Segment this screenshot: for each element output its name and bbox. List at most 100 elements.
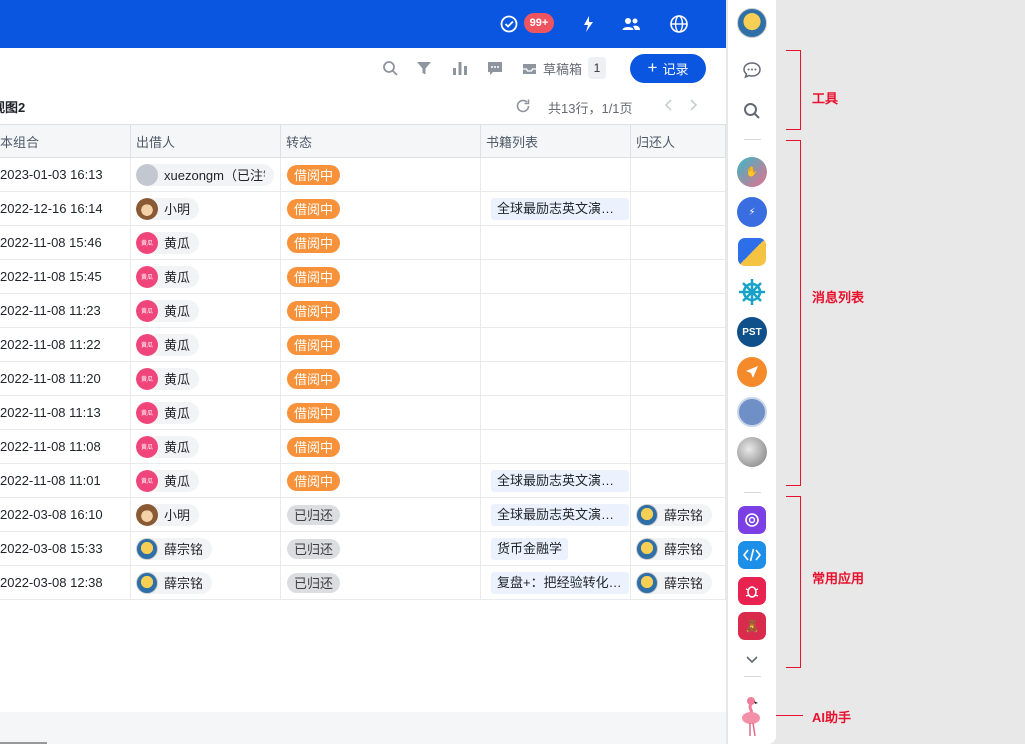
books-cell[interactable] <box>480 260 631 293</box>
user-chip[interactable]: 黄瓜 黄瓜 <box>136 367 200 390</box>
returner-cell[interactable]: 薛宗铭 <box>630 532 726 565</box>
time-cell[interactable]: 2022-11-08 15:46 <box>0 226 131 259</box>
user-chip[interactable]: 薛宗铭 <box>136 571 213 594</box>
table-row[interactable]: 2022-11-08 11:08 黄瓜 黄瓜 借阅中 <box>0 430 726 464</box>
time-cell[interactable]: 2023-01-03 16:13 <box>0 158 131 191</box>
lender-cell[interactable]: 小明 <box>130 498 281 531</box>
lender-cell[interactable]: 黄瓜 黄瓜 <box>130 328 281 361</box>
books-cell[interactable]: 货币金融学 <box>480 532 631 565</box>
chevron-down-icon[interactable] <box>736 644 768 676</box>
status-cell[interactable]: 借阅中 <box>280 396 481 429</box>
returner-cell[interactable] <box>630 464 726 497</box>
time-cell[interactable]: 2022-11-08 11:22 <box>0 328 131 361</box>
lender-cell[interactable]: 黄瓜 黄瓜 <box>130 362 281 395</box>
search-icon[interactable] <box>378 56 402 80</box>
books-cell[interactable]: 全球最励志英文演讲集 <box>480 192 631 225</box>
draft-box-button[interactable]: 草稿箱 1 <box>522 56 607 80</box>
refresh-icon[interactable] <box>515 98 531 114</box>
column-header-lender[interactable]: 出借人 <box>130 125 281 158</box>
time-cell[interactable]: 2022-03-08 16:10 <box>0 498 131 531</box>
status-cell[interactable]: 借阅中 <box>280 158 481 191</box>
bear-app-icon[interactable]: 🧸 <box>736 610 768 642</box>
books-cell[interactable] <box>480 158 631 191</box>
books-cell[interactable] <box>480 430 631 463</box>
user-chip[interactable]: 薛宗铭 <box>136 537 213 560</box>
check-circle-icon[interactable] <box>497 12 521 36</box>
lender-cell[interactable]: 黄瓜 黄瓜 <box>130 260 281 293</box>
table-row[interactable]: 2022-11-08 11:23 黄瓜 黄瓜 借阅中 <box>0 294 726 328</box>
column-header-status[interactable]: 转态 <box>280 125 481 158</box>
openai-app-icon[interactable] <box>736 504 768 536</box>
status-cell[interactable]: 借阅中 <box>280 362 481 395</box>
books-cell[interactable]: 全球最励志英文演讲集 <box>480 464 631 497</box>
user-chip[interactable]: 薛宗铭 <box>636 537 713 560</box>
time-cell[interactable]: 2022-11-08 11:01 <box>0 464 131 497</box>
returner-cell[interactable] <box>630 260 726 293</box>
user-chip[interactable]: 黄瓜 黄瓜 <box>136 333 200 356</box>
lender-cell[interactable]: 小明 <box>130 192 281 225</box>
column-header-books[interactable]: 书籍列表 <box>480 125 631 158</box>
table-row[interactable]: 2023-01-03 16:13 xuezongm（已注销） 借阅中 <box>0 158 726 192</box>
user-chip[interactable]: 小明 <box>136 503 200 526</box>
code-app-icon[interactable] <box>736 539 768 571</box>
cube-app-icon[interactable] <box>736 236 768 268</box>
books-cell[interactable] <box>480 226 631 259</box>
user-chip[interactable]: 小明 <box>136 197 200 220</box>
user-chip[interactable]: xuezongm（已注销） <box>136 163 274 186</box>
user-chip[interactable]: 黄瓜 黄瓜 <box>136 231 200 254</box>
returner-cell[interactable] <box>630 362 726 395</box>
blue-app-icon[interactable] <box>736 396 768 428</box>
search-icon[interactable] <box>736 95 768 127</box>
user-chip[interactable]: 黄瓜 黄瓜 <box>136 469 200 492</box>
table-row[interactable]: 2022-11-08 15:46 黄瓜 黄瓜 借阅中 <box>0 226 726 260</box>
lightning-app-icon[interactable]: ⚡ <box>736 196 768 228</box>
table-row[interactable]: 2022-11-08 11:20 黄瓜 黄瓜 借阅中 <box>0 362 726 396</box>
returner-cell[interactable] <box>630 430 726 463</box>
lender-cell[interactable]: 黄瓜 黄瓜 <box>130 430 281 463</box>
returner-cell[interactable] <box>630 158 726 191</box>
books-cell[interactable] <box>480 362 631 395</box>
table-row[interactable]: 2022-11-08 11:22 黄瓜 黄瓜 借阅中 <box>0 328 726 362</box>
time-cell[interactable]: 2022-11-08 11:08 <box>0 430 131 463</box>
time-cell[interactable]: 2022-11-08 15:45 <box>0 260 131 293</box>
time-cell[interactable]: 2022-11-08 11:20 <box>0 362 131 395</box>
returner-cell[interactable] <box>630 328 726 361</box>
lender-cell[interactable]: 黄瓜 黄瓜 <box>130 226 281 259</box>
returner-cell[interactable]: 薛宗铭 <box>630 566 726 599</box>
status-cell[interactable]: 已归还 <box>280 566 481 599</box>
time-cell[interactable]: 2022-11-08 11:23 <box>0 294 131 327</box>
status-cell[interactable]: 借阅中 <box>280 192 481 225</box>
status-cell[interactable]: 已归还 <box>280 498 481 531</box>
magic-icon[interactable] <box>576 12 600 36</box>
table-row[interactable]: 2022-03-08 12:38 薛宗铭 已归还 复盘+：把经验转化为能力 薛宗铭 <box>0 566 726 600</box>
hands-app-icon[interactable]: ✋ <box>736 156 768 188</box>
chevron-right-icon[interactable] <box>686 96 700 114</box>
user-chip[interactable]: 薛宗铭 <box>636 503 713 526</box>
table-row[interactable]: 2022-03-08 16:10 小明 已归还 全球最励志英文演讲集 薛宗铭 <box>0 498 726 532</box>
apple-app-icon[interactable] <box>736 436 768 468</box>
filter-icon[interactable] <box>412 56 436 80</box>
lender-cell[interactable]: 黄瓜 黄瓜 <box>130 396 281 429</box>
returner-cell[interactable] <box>630 396 726 429</box>
returner-cell[interactable]: 薛宗铭 <box>630 498 726 531</box>
table-row[interactable]: 2022-11-08 15:45 黄瓜 黄瓜 借阅中 <box>0 260 726 294</box>
flamingo-icon[interactable] <box>736 694 768 738</box>
user-chip[interactable]: 黄瓜 黄瓜 <box>136 401 200 424</box>
bug-app-icon[interactable] <box>736 575 768 607</box>
notification-badge[interactable]: 99+ <box>524 13 554 33</box>
returner-cell[interactable] <box>630 294 726 327</box>
pst-app-icon[interactable]: PST <box>736 316 768 348</box>
bar-chart-icon[interactable] <box>448 56 472 80</box>
user-chip[interactable]: 黄瓜 黄瓜 <box>136 435 200 458</box>
lender-cell[interactable]: xuezongm（已注销） <box>130 158 281 191</box>
status-cell[interactable]: 借阅中 <box>280 464 481 497</box>
user-chip[interactable]: 黄瓜 黄瓜 <box>136 299 200 322</box>
globe-icon[interactable] <box>667 12 691 36</box>
returner-cell[interactable] <box>630 192 726 225</box>
time-cell[interactable]: 2022-03-08 12:38 <box>0 566 131 599</box>
returner-cell[interactable] <box>630 226 726 259</box>
comment-icon[interactable] <box>483 56 507 80</box>
table-row[interactable]: 2022-11-08 11:13 黄瓜 黄瓜 借阅中 <box>0 396 726 430</box>
lender-cell[interactable]: 薛宗铭 <box>130 566 281 599</box>
books-cell[interactable] <box>480 294 631 327</box>
